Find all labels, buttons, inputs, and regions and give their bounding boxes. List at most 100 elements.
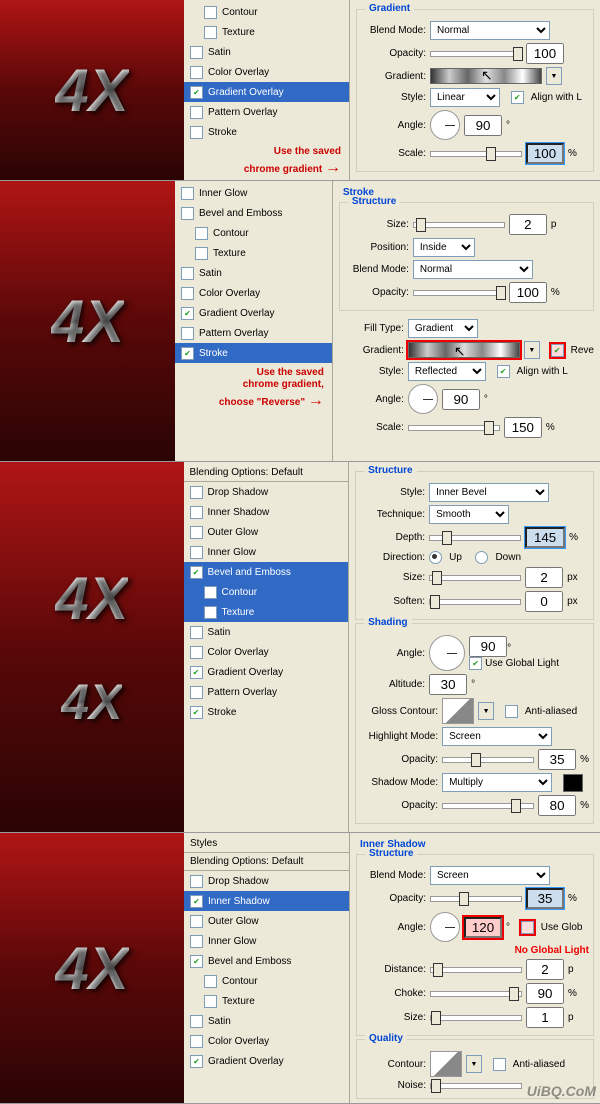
style-checkbox[interactable] (181, 327, 194, 340)
style-item-gradient-overlay[interactable]: Gradient Overlay (184, 662, 349, 682)
noise-slider[interactable] (430, 1083, 522, 1089)
opacity-input[interactable] (509, 282, 547, 303)
highlight-mode-select[interactable]: Screen (442, 727, 552, 746)
style-item-texture[interactable]: Texture (175, 243, 332, 263)
gradient-preview[interactable]: ↖ (408, 342, 520, 358)
style-checkbox[interactable] (204, 26, 217, 39)
direction-down-radio[interactable] (475, 551, 488, 564)
style-checkbox[interactable] (190, 86, 203, 99)
blending-header[interactable]: Blending Options: Default (184, 464, 349, 482)
style-select[interactable]: Reflected (408, 362, 486, 381)
reverse-checkbox[interactable] (551, 344, 564, 357)
style-checkbox[interactable] (190, 46, 203, 59)
style-item-inner-shadow[interactable]: Inner Shadow (184, 502, 349, 522)
size-slider[interactable] (413, 222, 505, 228)
style-item-outer-glow[interactable]: Outer Glow (184, 911, 349, 931)
antialiased-checkbox[interactable] (493, 1058, 506, 1071)
style-item-contour[interactable]: Contour (175, 223, 332, 243)
style-item-pattern-overlay[interactable]: Pattern Overlay (184, 682, 349, 702)
style-checkbox[interactable] (190, 955, 203, 968)
size-slider[interactable] (430, 1015, 522, 1021)
style-item-drop-shadow[interactable]: Drop Shadow (184, 871, 349, 891)
style-item-gradient-overlay[interactable]: Gradient Overlay (175, 303, 332, 323)
soften-slider[interactable] (429, 599, 521, 605)
direction-up-radio[interactable] (429, 551, 442, 564)
style-checkbox[interactable] (204, 6, 217, 19)
style-item-outer-glow[interactable]: Outer Glow (184, 522, 349, 542)
contour-dropdown-icon[interactable]: ▼ (466, 1055, 482, 1073)
styles-header[interactable]: Styles (184, 835, 349, 853)
style-item-gradient-overlay[interactable]: Gradient Overlay (184, 82, 349, 102)
global-light-checkbox[interactable] (469, 657, 482, 670)
style-checkbox[interactable] (190, 1015, 203, 1028)
style-item-pattern-overlay[interactable]: Pattern Overlay (184, 102, 349, 122)
filltype-select[interactable]: Gradient (408, 319, 478, 338)
style-item-satin[interactable]: Satin (184, 622, 349, 642)
distance-slider[interactable] (430, 967, 522, 973)
angle-dial[interactable] (430, 110, 460, 140)
opacity-slider[interactable] (430, 51, 522, 57)
align-checkbox[interactable] (511, 91, 524, 104)
scale-slider[interactable] (408, 425, 500, 431)
style-checkbox[interactable] (190, 566, 203, 579)
opacity-slider[interactable] (413, 290, 505, 296)
style-checkbox[interactable] (190, 666, 203, 679)
style-checkbox[interactable] (190, 706, 203, 719)
style-item-satin[interactable]: Satin (175, 263, 332, 283)
size-input[interactable] (509, 214, 547, 235)
opacity-slider[interactable] (430, 896, 522, 902)
style-checkbox[interactable] (181, 347, 194, 360)
gradient-dropdown-icon[interactable]: ▼ (546, 67, 562, 85)
opacity-input[interactable] (526, 888, 564, 909)
style-checkbox[interactable] (204, 975, 217, 988)
style-checkbox[interactable] (204, 606, 217, 619)
style-checkbox[interactable] (190, 66, 203, 79)
style-checkbox[interactable] (190, 506, 203, 519)
style-checkbox[interactable] (204, 586, 217, 599)
contour-dropdown-icon[interactable]: ▼ (478, 702, 494, 720)
gradient-dropdown-icon[interactable]: ▼ (524, 341, 540, 359)
scale-input[interactable] (504, 417, 542, 438)
style-checkbox[interactable] (190, 686, 203, 699)
style-item-contour[interactable]: Contour (184, 2, 349, 22)
align-checkbox[interactable] (497, 365, 510, 378)
highlight-opacity-input[interactable] (538, 749, 576, 770)
scale-slider[interactable] (430, 151, 522, 157)
gradient-preview[interactable]: ↖ (430, 68, 542, 84)
shadow-mode-select[interactable]: Multiply (442, 773, 552, 792)
style-item-color-overlay[interactable]: Color Overlay (175, 283, 332, 303)
distance-input[interactable] (526, 959, 564, 980)
size-input[interactable] (525, 567, 563, 588)
style-checkbox[interactable] (181, 207, 194, 220)
style-checkbox[interactable] (190, 126, 203, 139)
antialiased-checkbox[interactable] (505, 705, 518, 718)
gloss-contour-preview[interactable] (442, 698, 474, 724)
contour-preview[interactable] (430, 1051, 462, 1077)
blend-mode-select[interactable]: Screen (430, 866, 550, 885)
style-item-texture[interactable]: Texture (184, 991, 349, 1011)
style-checkbox[interactable] (190, 915, 203, 928)
style-item-inner-glow[interactable]: Inner Glow (184, 542, 349, 562)
angle-input[interactable] (469, 636, 507, 657)
angle-dial[interactable] (429, 635, 465, 671)
global-light-checkbox[interactable] (521, 921, 534, 934)
style-item-color-overlay[interactable]: Color Overlay (184, 642, 349, 662)
angle-input[interactable] (442, 389, 480, 410)
style-checkbox[interactable] (204, 995, 217, 1008)
depth-input[interactable] (525, 527, 565, 548)
style-item-stroke[interactable]: Stroke (175, 343, 332, 363)
angle-dial[interactable] (408, 384, 438, 414)
blending-header[interactable]: Blending Options: Default (184, 853, 349, 871)
style-item-satin[interactable]: Satin (184, 1011, 349, 1031)
style-item-texture[interactable]: Texture (184, 22, 349, 42)
depth-slider[interactable] (429, 535, 521, 541)
shadow-opacity-input[interactable] (538, 795, 576, 816)
style-checkbox[interactable] (181, 307, 194, 320)
style-checkbox[interactable] (190, 935, 203, 948)
style-item-bevel-and-emboss[interactable]: Bevel and Emboss (175, 203, 332, 223)
style-item-stroke[interactable]: Stroke (184, 702, 349, 722)
style-checkbox[interactable] (190, 895, 203, 908)
style-item-satin[interactable]: Satin (184, 42, 349, 62)
style-checkbox[interactable] (190, 1035, 203, 1048)
style-checkbox[interactable] (195, 227, 208, 240)
